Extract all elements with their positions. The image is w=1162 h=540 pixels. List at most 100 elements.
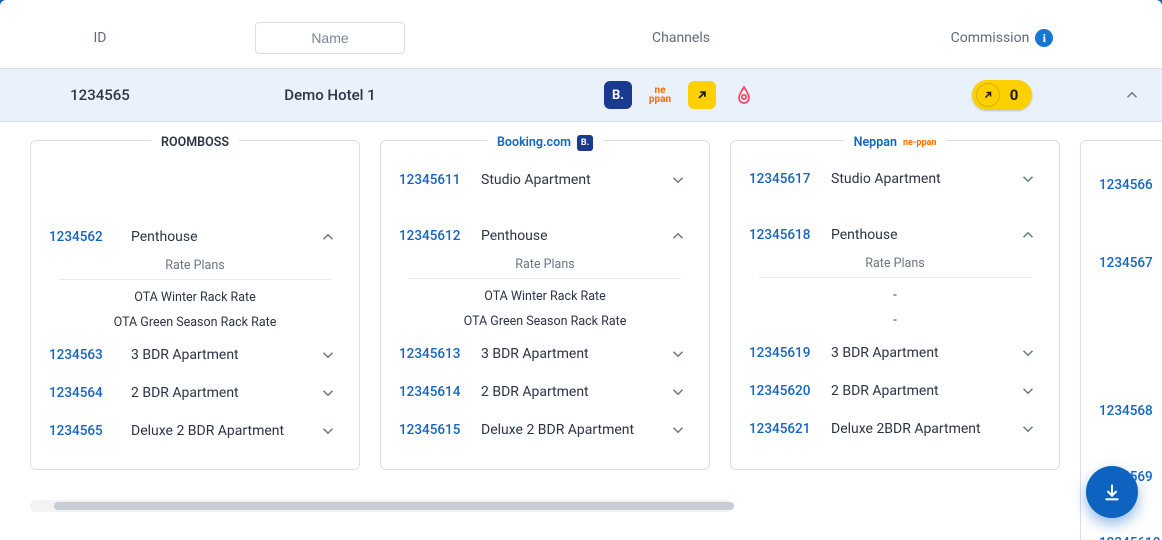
card-head: Neppan ne-ppan <box>731 131 1059 150</box>
commission-label: Commission <box>951 30 1030 46</box>
room-row[interactable]: 123456142 BDR Apartment <box>381 373 709 411</box>
card-body: 12345617Studio Apartment 12345618Penthous… <box>731 150 1059 448</box>
room-name: 2 BDR Apartment <box>831 383 1019 399</box>
card-title: Booking.com B. <box>487 135 603 151</box>
room-name: Studio Apartment <box>481 172 669 188</box>
col-name-header <box>200 22 460 54</box>
chevron-down-icon[interactable] <box>319 384 359 402</box>
booking-badge-icon: B. <box>577 135 593 151</box>
commission-pill[interactable]: 0 <box>972 80 1033 110</box>
spacer <box>731 198 1059 216</box>
room-id: 12345618 <box>731 227 831 243</box>
chevron-down-icon[interactable] <box>319 346 359 364</box>
room-id: 12345620 <box>731 383 831 399</box>
spacer <box>31 160 359 218</box>
room-name: Penthouse <box>131 229 319 245</box>
column-header-row: ID Channels Commission i <box>0 10 1162 68</box>
horizontal-scrollbar[interactable] <box>30 500 732 512</box>
room-id: 12345615 <box>381 422 481 438</box>
room-id: 12345621 <box>731 421 831 437</box>
room-id: 1234562 <box>31 229 131 245</box>
room-id: 1234567 <box>1081 249 1162 277</box>
rate-plan-entry: OTA Winter Rack Rate <box>391 279 699 304</box>
room-name: Deluxe 2BDR Apartment <box>831 421 1019 437</box>
card-head: ROOMBOSS <box>31 131 359 150</box>
rate-plans-title: Rate Plans <box>759 254 1031 278</box>
chevron-down-icon[interactable] <box>1019 382 1059 400</box>
room-name: 3 BDR Apartment <box>481 346 669 362</box>
chevron-up-icon[interactable] <box>1019 226 1059 244</box>
room-name: 3 BDR Apartment <box>831 345 1019 361</box>
hotel-name: Demo Hotel 1 <box>200 86 460 104</box>
card-body: 12345611Studio Apartment 12345612Penthous… <box>381 151 709 449</box>
room-id: 12345619 <box>731 345 831 361</box>
room-row[interactable]: 12345621Deluxe 2BDR Apartment <box>731 410 1059 448</box>
hotel-id: 1234565 <box>0 86 200 104</box>
room-row[interactable]: 12345612Penthouse <box>381 217 709 255</box>
expedia-small-icon <box>976 83 1000 107</box>
room-row[interactable]: 12345615Deluxe 2 BDR Apartment <box>381 411 709 449</box>
rate-plan-entry: OTA Green Season Rack Rate <box>41 305 349 330</box>
chevron-down-icon[interactable] <box>1019 170 1059 188</box>
room-row[interactable]: 12345611Studio Apartment <box>381 161 709 199</box>
room-id: 1234563 <box>31 347 131 363</box>
room-id: 12345614 <box>381 384 481 400</box>
neppan-icon: ne ppan <box>646 81 674 109</box>
chevron-down-icon[interactable] <box>319 422 359 440</box>
neppan-badge-icon: ne-ppan <box>903 138 936 148</box>
room-name: Deluxe 2 BDR Apartment <box>481 422 669 438</box>
card-title: Neppan ne-ppan <box>844 135 947 150</box>
rate-plans-title: Rate Plans <box>59 256 331 280</box>
collapse-hotel-toggle[interactable] <box>1119 82 1145 108</box>
room-id: 12345613 <box>381 346 481 362</box>
commission-value: 0 <box>1010 86 1019 104</box>
spacer <box>381 199 709 217</box>
room-name: Penthouse <box>831 227 1019 243</box>
rate-plan-entry: OTA Green Season Rack Rate <box>391 304 699 329</box>
channel-card: Neppan ne-ppan12345617Studio Apartment12… <box>730 140 1060 470</box>
chevron-up-icon[interactable] <box>319 228 359 246</box>
channel-chips: B. ne ppan <box>460 81 902 109</box>
col-id-header: ID <box>0 30 200 46</box>
chevron-down-icon[interactable] <box>669 171 709 189</box>
chevron-down-icon[interactable] <box>1019 344 1059 362</box>
room-row[interactable]: 1234565Deluxe 2 BDR Apartment <box>31 412 359 450</box>
chevron-down-icon[interactable] <box>669 421 709 439</box>
download-button[interactable] <box>1086 466 1138 518</box>
room-row[interactable]: 12345642 BDR Apartment <box>31 374 359 412</box>
room-id: 1234568 <box>1081 397 1162 425</box>
rate-plan-entry: - <box>741 278 1049 303</box>
room-name: 3 BDR Apartment <box>131 347 319 363</box>
chevron-down-icon[interactable] <box>669 383 709 401</box>
rate-plans-block: Rate PlansOTA Winter Rack RateOTA Green … <box>381 255 709 335</box>
col-channels-header: Channels <box>460 30 902 46</box>
room-row[interactable]: 123456133 BDR Apartment <box>381 335 709 373</box>
room-name: 2 BDR Apartment <box>131 385 319 401</box>
room-row[interactable]: 12345617Studio Apartment <box>731 160 1059 198</box>
card-title: ROOMBOSS <box>151 135 239 150</box>
room-id: 1234564 <box>31 385 131 401</box>
chevron-down-icon[interactable] <box>669 345 709 363</box>
room-id: 12345612 <box>381 228 481 244</box>
booking-icon: B. <box>604 81 632 109</box>
room-id: 1234565 <box>31 423 131 439</box>
download-icon <box>1101 481 1123 503</box>
room-row[interactable]: 12345633 BDR Apartment <box>31 336 359 374</box>
room-row[interactable]: 1234562Penthouse <box>31 218 359 256</box>
hotel-summary-row[interactable]: 1234565 Demo Hotel 1 B. ne ppan 0 <box>0 68 1162 122</box>
room-row[interactable]: 123456202 BDR Apartment <box>731 372 1059 410</box>
chevron-down-icon[interactable] <box>1019 420 1059 438</box>
room-id: 12345617 <box>731 171 831 187</box>
name-filter-input[interactable] <box>255 22 405 54</box>
card-head: Booking.com B. <box>381 131 709 151</box>
scrollbar-thumb[interactable] <box>54 502 734 510</box>
room-row[interactable]: 12345618Penthouse <box>731 216 1059 254</box>
room-row[interactable]: 123456193 BDR Apartment <box>731 334 1059 372</box>
rate-plans-title: Rate Plans <box>409 255 681 279</box>
airbnb-icon <box>730 81 758 109</box>
info-icon[interactable]: i <box>1035 29 1053 47</box>
rate-plan-entry: OTA Winter Rack Rate <box>41 280 349 305</box>
rate-plans-block: Rate Plans-- <box>731 254 1059 334</box>
chevron-up-icon[interactable] <box>669 227 709 245</box>
room-id: 1234566 <box>1081 171 1162 199</box>
